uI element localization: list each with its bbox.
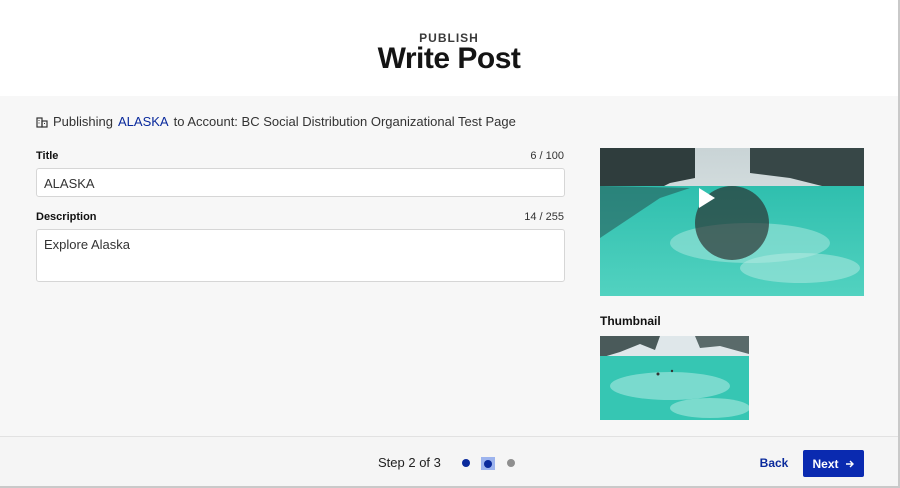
step-dot-3[interactable] <box>507 459 515 467</box>
thumbnail-label: Thumbnail <box>600 314 661 328</box>
publish-prefix: Publishing <box>53 114 113 129</box>
publish-suffix: to Account: BC Social Distribution Organ… <box>173 114 516 129</box>
title-label: Title <box>36 150 59 162</box>
asset-name-link[interactable]: ALASKA <box>118 114 169 129</box>
description-label: Description <box>36 211 97 223</box>
wizard-footer: Step 2 of 3 Back Next <box>0 436 898 486</box>
play-button[interactable] <box>695 186 769 260</box>
main-content: Publishing ALASKA to Account: BC Social … <box>0 96 898 436</box>
description-textarea[interactable]: Explore Alaska <box>36 229 565 282</box>
page-title: Write Post <box>377 42 521 75</box>
description-counter: 14 / 255 <box>524 211 564 223</box>
play-icon <box>699 188 715 208</box>
step-dot-1[interactable] <box>462 459 470 467</box>
thumbnail-image[interactable] <box>600 336 749 420</box>
next-button-label: Next <box>812 456 839 471</box>
title-input[interactable]: ALASKA <box>36 168 565 197</box>
page-header: PUBLISH Write Post <box>0 0 898 96</box>
step-indicator-text: Step 2 of 3 <box>378 455 441 470</box>
video-preview[interactable] <box>600 148 864 296</box>
back-button[interactable]: Back <box>752 450 796 476</box>
publish-info: Publishing ALASKA to Account: BC Social … <box>36 114 516 129</box>
step-dot-2-current[interactable] <box>481 457 495 470</box>
next-button[interactable]: Next <box>803 450 864 477</box>
arrow-right-icon <box>845 460 854 467</box>
building-icon <box>36 116 48 128</box>
title-counter: 6 / 100 <box>530 150 564 162</box>
thumbnail-lake-image <box>600 336 749 420</box>
